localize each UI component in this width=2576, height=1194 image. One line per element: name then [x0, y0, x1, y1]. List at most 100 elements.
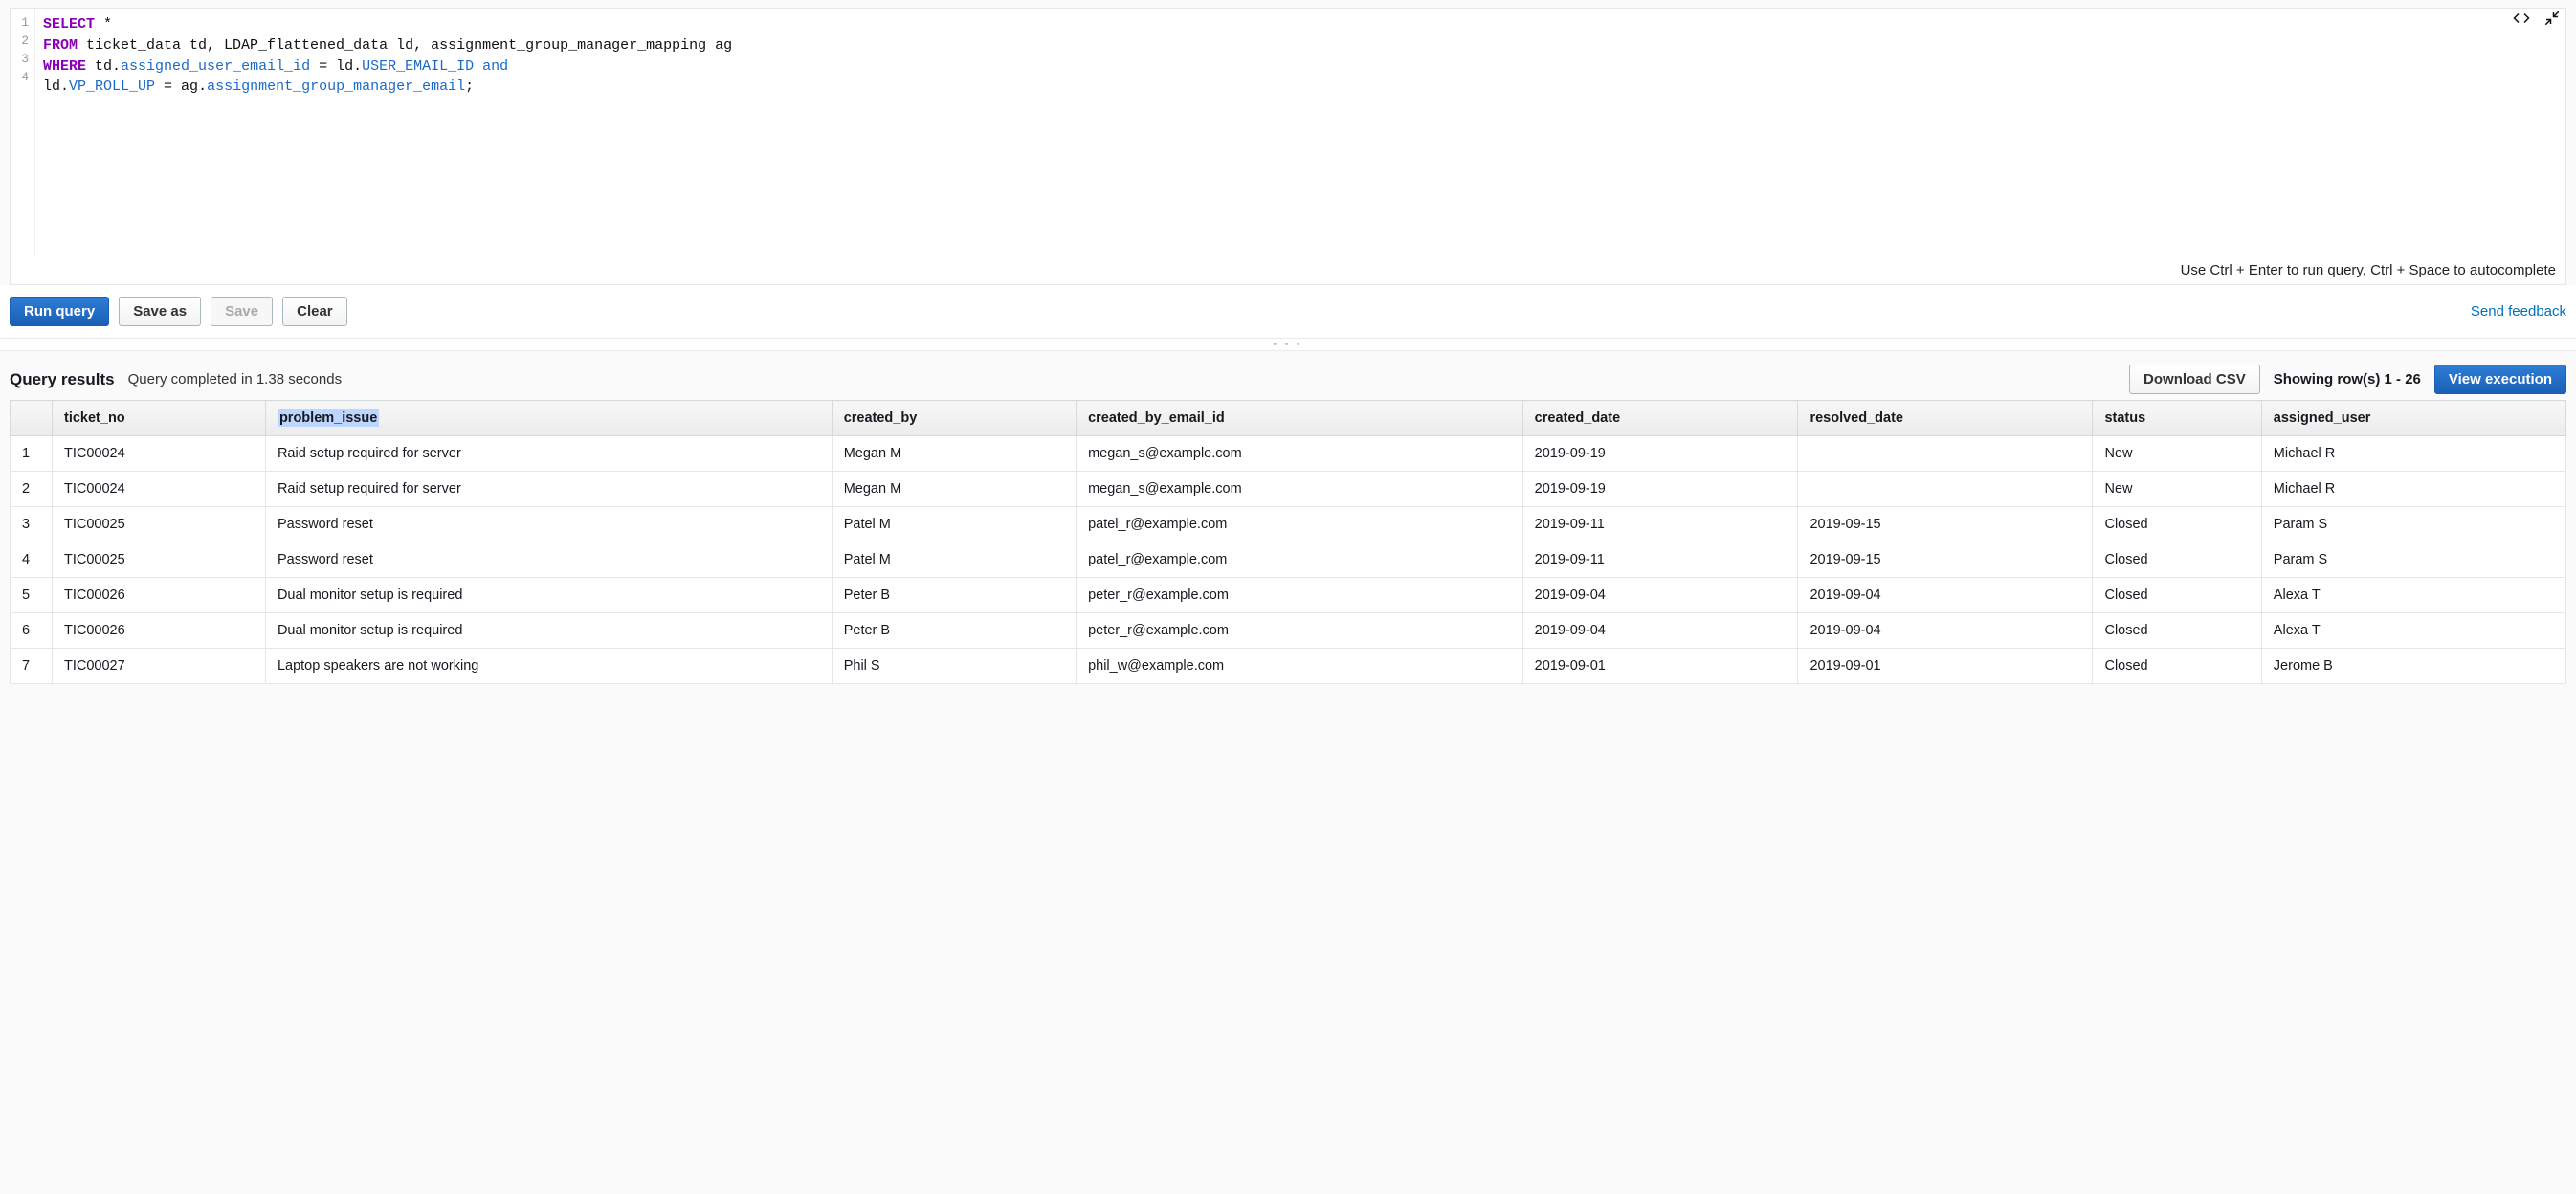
- cell-assigned_user: Alexa T: [2261, 578, 2565, 613]
- pane-resize-handle[interactable]: • • •: [0, 338, 2576, 351]
- cell-ticket_no: TIC00025: [53, 507, 266, 542]
- save-button: Save: [211, 297, 273, 326]
- cell-problem_issue: Raid setup required for server: [265, 472, 832, 507]
- line-gutter: 1 2 3 4: [11, 9, 35, 256]
- cell-problem_issue: Dual monitor setup is required: [265, 578, 832, 613]
- code-content[interactable]: SELECT * FROM ticket_data td, LDAP_flatt…: [35, 9, 740, 256]
- row-number: 5: [11, 578, 53, 613]
- cell-resolved_date: 2019-09-15: [1798, 507, 2093, 542]
- sql-editor-panel: 1 2 3 4 SELECT * FROM ticket_data td, LD…: [0, 0, 2576, 285]
- query-toolbar: Run query Save as Save Clear Send feedba…: [0, 285, 2576, 338]
- table-row[interactable]: 1TIC00024Raid setup required for serverM…: [11, 436, 2566, 472]
- table-row[interactable]: 5TIC00026Dual monitor setup is requiredP…: [11, 578, 2566, 613]
- row-number: 2: [11, 472, 53, 507]
- row-count-label: Showing row(s) 1 - 26: [2274, 371, 2421, 387]
- table-row[interactable]: 4TIC00025Password resetPatel Mpatel_r@ex…: [11, 542, 2566, 578]
- save-as-button[interactable]: Save as: [119, 297, 201, 326]
- results-table: ticket_noproblem_issuecreated_bycreated_…: [10, 400, 2566, 684]
- cell-ticket_no: TIC00027: [53, 649, 266, 684]
- row-number: 6: [11, 613, 53, 649]
- cell-resolved_date: [1798, 436, 2093, 472]
- cell-created_by: Patel M: [832, 542, 1076, 578]
- cell-created_by_email_id: megan_s@example.com: [1077, 436, 1523, 472]
- column-header-created_by_email_id[interactable]: created_by_email_id: [1077, 401, 1523, 436]
- table-row[interactable]: 2TIC00024Raid setup required for serverM…: [11, 472, 2566, 507]
- cell-created_date: 2019-09-19: [1522, 436, 1798, 472]
- download-csv-button[interactable]: Download CSV: [2129, 365, 2260, 394]
- table-row[interactable]: 6TIC00026Dual monitor setup is requiredP…: [11, 613, 2566, 649]
- cell-problem_issue: Password reset: [265, 542, 832, 578]
- cell-status: New: [2093, 436, 2261, 472]
- cell-ticket_no: TIC00026: [53, 578, 266, 613]
- cell-created_by: Phil S: [832, 649, 1076, 684]
- cell-ticket_no: TIC00024: [53, 472, 266, 507]
- cell-created_by: Peter B: [832, 578, 1076, 613]
- column-header-ticket_no[interactable]: ticket_no: [53, 401, 266, 436]
- cell-assigned_user: Michael R: [2261, 436, 2565, 472]
- cell-ticket_no: TIC00024: [53, 436, 266, 472]
- cell-status: Closed: [2093, 507, 2261, 542]
- column-header-rownum[interactable]: [11, 401, 53, 436]
- column-header-problem_issue[interactable]: problem_issue: [265, 401, 832, 436]
- cell-assigned_user: Alexa T: [2261, 613, 2565, 649]
- cell-ticket_no: TIC00025: [53, 542, 266, 578]
- row-number: 4: [11, 542, 53, 578]
- cell-assigned_user: Jerome B: [2261, 649, 2565, 684]
- cell-created_by: Megan M: [832, 472, 1076, 507]
- column-header-created_by[interactable]: created_by: [832, 401, 1076, 436]
- cell-created_date: 2019-09-11: [1522, 542, 1798, 578]
- cell-problem_issue: Dual monitor setup is required: [265, 613, 832, 649]
- cell-ticket_no: TIC00026: [53, 613, 266, 649]
- cell-status: Closed: [2093, 542, 2261, 578]
- send-feedback-link[interactable]: Send feedback: [2471, 303, 2566, 320]
- cell-resolved_date: [1798, 472, 2093, 507]
- row-number: 1: [11, 436, 53, 472]
- cell-created_by_email_id: peter_r@example.com: [1077, 613, 1523, 649]
- cell-created_by_email_id: patel_r@example.com: [1077, 507, 1523, 542]
- cell-created_date: 2019-09-11: [1522, 507, 1798, 542]
- cell-created_by: Megan M: [832, 436, 1076, 472]
- cell-created_by: Peter B: [832, 613, 1076, 649]
- cell-problem_issue: Raid setup required for server: [265, 436, 832, 472]
- run-query-button[interactable]: Run query: [10, 297, 109, 326]
- cell-resolved_date: 2019-09-15: [1798, 542, 2093, 578]
- cell-resolved_date: 2019-09-04: [1798, 613, 2093, 649]
- cell-status: Closed: [2093, 613, 2261, 649]
- column-header-status[interactable]: status: [2093, 401, 2261, 436]
- results-status: Query completed in 1.38 seconds: [128, 371, 342, 387]
- cell-problem_issue: Laptop speakers are not working: [265, 649, 832, 684]
- editor-hint: Use Ctrl + Enter to run query, Ctrl + Sp…: [10, 256, 2566, 285]
- cell-assigned_user: Michael R: [2261, 472, 2565, 507]
- cell-assigned_user: Param S: [2261, 542, 2565, 578]
- column-header-assigned_user[interactable]: assigned_user: [2261, 401, 2565, 436]
- column-header-created_date[interactable]: created_date: [1522, 401, 1798, 436]
- cell-created_date: 2019-09-04: [1522, 613, 1798, 649]
- cell-resolved_date: 2019-09-04: [1798, 578, 2093, 613]
- results-header: Query results Query completed in 1.38 se…: [0, 351, 2576, 400]
- table-row[interactable]: 7TIC00027Laptop speakers are not working…: [11, 649, 2566, 684]
- cell-status: New: [2093, 472, 2261, 507]
- cell-assigned_user: Param S: [2261, 507, 2565, 542]
- row-number: 3: [11, 507, 53, 542]
- cell-created_by_email_id: peter_r@example.com: [1077, 578, 1523, 613]
- clear-button[interactable]: Clear: [282, 297, 347, 326]
- cell-created_date: 2019-09-01: [1522, 649, 1798, 684]
- cell-created_by_email_id: megan_s@example.com: [1077, 472, 1523, 507]
- cell-problem_issue: Password reset: [265, 507, 832, 542]
- results-table-container: ticket_noproblem_issuecreated_bycreated_…: [0, 400, 2576, 694]
- cell-created_by_email_id: patel_r@example.com: [1077, 542, 1523, 578]
- cell-status: Closed: [2093, 578, 2261, 613]
- cell-status: Closed: [2093, 649, 2261, 684]
- results-title: Query results: [10, 370, 115, 389]
- cell-created_by_email_id: phil_w@example.com: [1077, 649, 1523, 684]
- column-header-resolved_date[interactable]: resolved_date: [1798, 401, 2093, 436]
- collapse-icon[interactable]: [2543, 10, 2561, 30]
- cell-created_date: 2019-09-19: [1522, 472, 1798, 507]
- code-toggle-icon[interactable]: [2513, 10, 2530, 30]
- view-execution-button[interactable]: View execution: [2434, 365, 2566, 394]
- sql-editor[interactable]: 1 2 3 4 SELECT * FROM ticket_data td, LD…: [10, 8, 2566, 256]
- cell-created_date: 2019-09-04: [1522, 578, 1798, 613]
- table-row[interactable]: 3TIC00025Password resetPatel Mpatel_r@ex…: [11, 507, 2566, 542]
- row-number: 7: [11, 649, 53, 684]
- cell-created_by: Patel M: [832, 507, 1076, 542]
